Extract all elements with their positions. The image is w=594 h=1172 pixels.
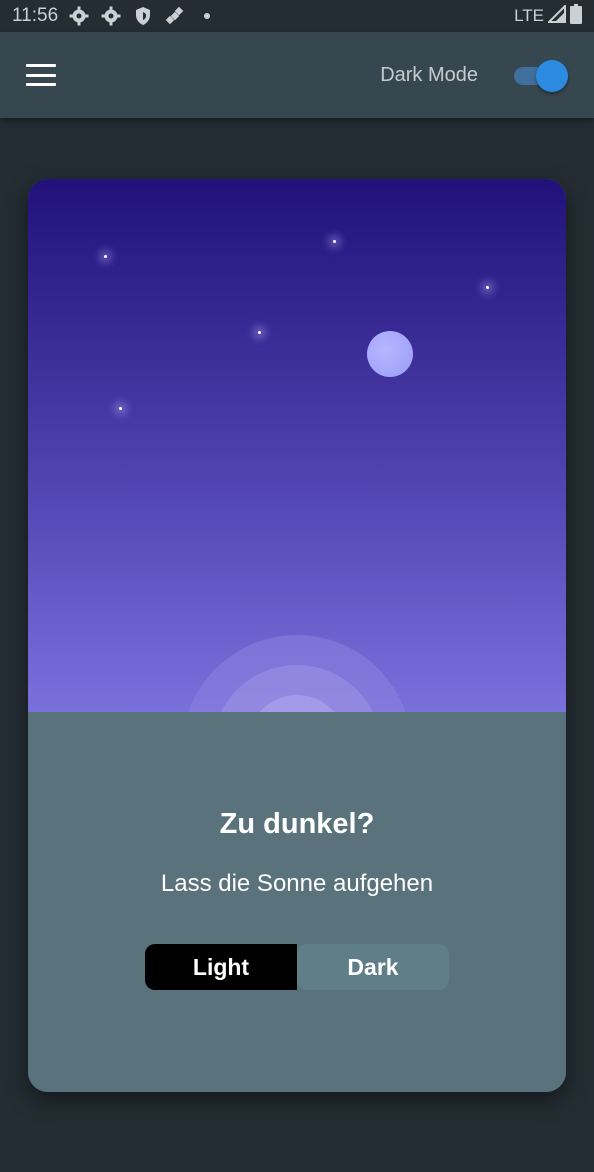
segment-dark-button[interactable]: Dark (297, 944, 449, 990)
shield-icon (132, 5, 154, 27)
status-bar: 11:56 LTE (0, 0, 594, 32)
dark-mode-toggle[interactable] (512, 58, 568, 92)
card-title: Zu dunkel? (219, 808, 375, 840)
segment-light-button[interactable]: Light (145, 944, 297, 990)
app-bar: Dark Mode (0, 32, 594, 118)
status-time: 11:56 (12, 5, 59, 26)
star (104, 255, 107, 258)
dot-icon (196, 5, 218, 27)
battery-icon (570, 3, 582, 29)
signal-icon (546, 3, 566, 28)
moon-icon (367, 331, 413, 377)
gear-icon (68, 5, 90, 27)
satellite-icon (164, 5, 186, 27)
star (333, 240, 336, 243)
gear-icon (100, 5, 122, 27)
theme-segmented-control: Light Dark (145, 944, 449, 990)
theme-card: Zu dunkel? Lass die Sonne aufgehen Light… (28, 179, 566, 1092)
star (486, 286, 489, 289)
network-label: LTE (514, 6, 544, 25)
card-subtitle: Lass die Sonne aufgehen (160, 870, 434, 897)
dark-mode-label: Dark Mode (380, 63, 478, 86)
toggle-thumb[interactable] (536, 60, 568, 92)
star (119, 407, 122, 410)
card-content: Zu dunkel? Lass die Sonne aufgehen Light… (28, 712, 566, 1092)
star (258, 331, 261, 334)
hamburger-menu-icon[interactable] (26, 64, 56, 86)
night-sky-illustration (28, 179, 566, 712)
